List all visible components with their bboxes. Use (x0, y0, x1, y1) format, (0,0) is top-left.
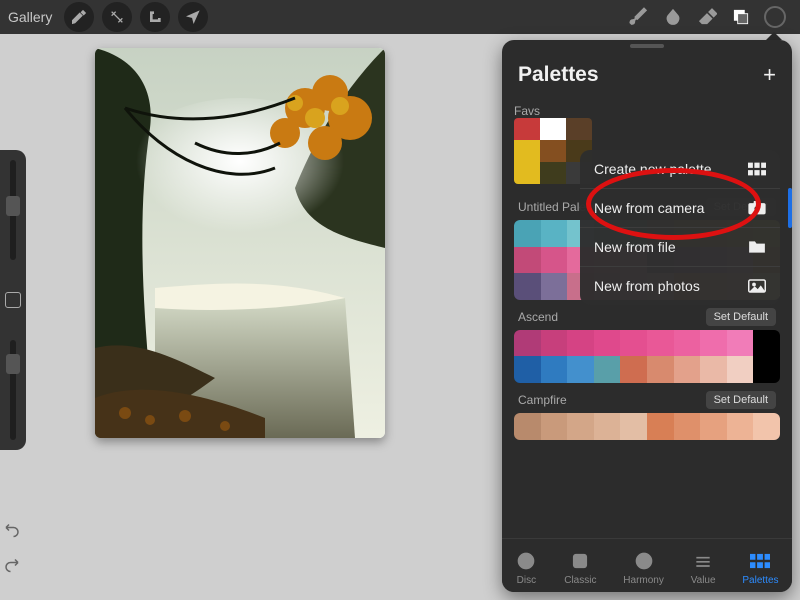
swatch[interactable] (514, 140, 540, 162)
layers-button[interactable] (724, 0, 758, 34)
color-button[interactable] (758, 0, 792, 34)
palette-name-campfire[interactable]: Campfire (518, 393, 567, 407)
swatch[interactable] (541, 356, 568, 383)
topbar: Gallery (0, 0, 800, 34)
swatch[interactable] (620, 356, 647, 383)
swatch[interactable] (514, 273, 541, 300)
brush-button[interactable] (622, 0, 656, 34)
swatch[interactable] (753, 413, 780, 440)
actions-button[interactable] (64, 2, 94, 32)
selected-indicator (788, 188, 792, 228)
swatch[interactable] (647, 330, 674, 357)
eraser-button[interactable] (690, 0, 724, 34)
menu-new-from-camera[interactable]: New from camera (580, 189, 780, 228)
menu-create-new-palette[interactable]: Create new palette (580, 150, 780, 189)
swatch[interactable] (540, 118, 566, 140)
photo-icon (748, 279, 766, 293)
undo-button[interactable] (3, 520, 21, 541)
swatch[interactable] (540, 162, 566, 184)
swatch[interactable] (541, 220, 568, 247)
swatch[interactable] (541, 330, 568, 357)
swatch[interactable] (727, 413, 754, 440)
adjustments-button[interactable] (102, 2, 132, 32)
swatch[interactable] (567, 413, 594, 440)
swatch[interactable] (647, 413, 674, 440)
smudge-button[interactable] (656, 0, 690, 34)
brush-opacity-slider[interactable] (10, 340, 16, 440)
camera-icon (748, 201, 766, 215)
swatch[interactable] (541, 413, 568, 440)
tab-classic[interactable]: Classic (564, 550, 596, 586)
tab-disc[interactable]: Disc (515, 550, 537, 586)
swatch[interactable] (514, 162, 540, 184)
swatch[interactable] (594, 330, 621, 357)
brush-size-slider[interactable] (10, 160, 16, 260)
swatch[interactable] (620, 413, 647, 440)
tab-value[interactable]: Value (691, 550, 716, 586)
new-palette-menu: Create new palette New from camera New f… (580, 150, 780, 305)
color-picker-tabs: Disc Classic Harmony Value Palettes (502, 538, 792, 592)
swatch[interactable] (700, 356, 727, 383)
swatch[interactable] (566, 118, 592, 140)
swatch[interactable] (753, 330, 780, 357)
swatch[interactable] (567, 330, 594, 357)
swatch[interactable] (594, 356, 621, 383)
tab-harmony[interactable]: Harmony (623, 550, 664, 586)
palette-name-ascend[interactable]: Ascend (518, 310, 558, 324)
swatch[interactable] (647, 356, 674, 383)
swatch[interactable] (541, 247, 568, 274)
add-palette-button[interactable]: + (763, 62, 776, 88)
swatch[interactable] (753, 356, 780, 383)
swatch[interactable] (541, 273, 568, 300)
swatch[interactable] (514, 330, 541, 357)
swatch[interactable] (700, 413, 727, 440)
set-default-button[interactable]: Set Default (706, 391, 776, 409)
tab-palettes[interactable]: Palettes (742, 550, 778, 586)
swatch[interactable] (674, 330, 701, 357)
palette-ascend[interactable] (514, 330, 780, 383)
swatch[interactable] (674, 356, 701, 383)
selection-button[interactable] (140, 2, 170, 32)
swatch[interactable] (727, 356, 754, 383)
redo-button[interactable] (3, 555, 21, 576)
swatch[interactable] (594, 413, 621, 440)
swatch[interactable] (674, 413, 701, 440)
swatch[interactable] (540, 140, 566, 162)
menu-new-from-photos[interactable]: New from photos (580, 267, 780, 305)
palettes-panel: Palettes + Favs Untitled Palette Set Def… (502, 40, 792, 592)
swatch[interactable] (514, 118, 540, 140)
swatch[interactable] (700, 330, 727, 357)
transform-button[interactable] (178, 2, 208, 32)
grid-icon (748, 162, 766, 176)
canvas[interactable] (95, 48, 385, 438)
left-sidebar (0, 150, 26, 450)
swatch[interactable] (514, 220, 541, 247)
swatch[interactable] (620, 330, 647, 357)
palette-name-favs[interactable]: Favs (514, 104, 554, 118)
swatch[interactable] (567, 356, 594, 383)
set-default-button[interactable]: Set Default (706, 308, 776, 326)
menu-new-from-file[interactable]: New from file (580, 228, 780, 267)
gallery-button[interactable]: Gallery (8, 9, 52, 25)
swatch[interactable] (514, 356, 541, 383)
swatch[interactable] (514, 413, 541, 440)
swatch[interactable] (514, 247, 541, 274)
palette-campfire[interactable] (514, 413, 780, 440)
swatch[interactable] (727, 330, 754, 357)
folder-icon (748, 240, 766, 254)
modify-button[interactable] (5, 292, 21, 308)
panel-title: Palettes (518, 63, 599, 87)
